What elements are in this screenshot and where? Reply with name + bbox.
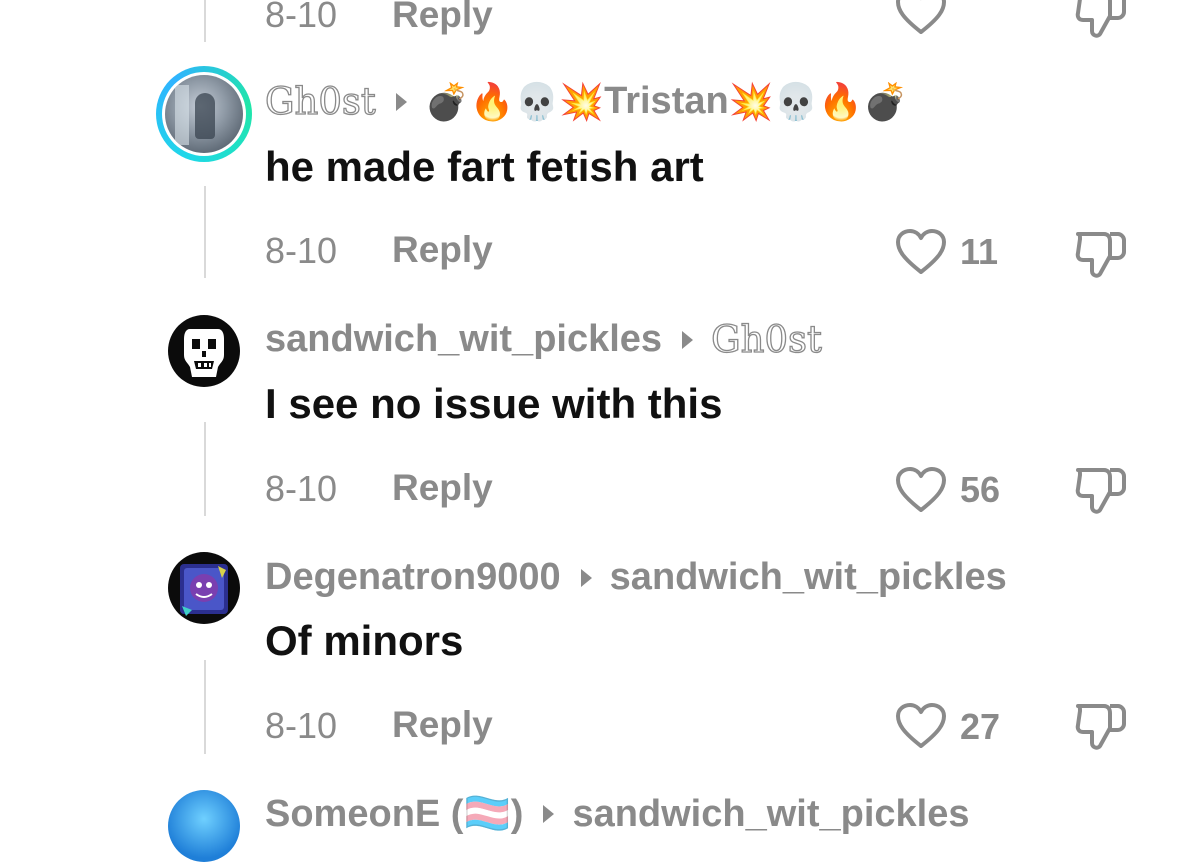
comment-header: Gh0st 💣🔥💀💥 Tristan 💥💀🔥💣 — [264, 79, 908, 123]
comment-header: SomeonE (🏳️‍⚧️) sandwich_wit_pickles — [265, 792, 970, 836]
author-name[interactable]: SomeonE (🏳️‍⚧️) — [265, 792, 523, 836]
like-count: 11 — [960, 231, 999, 272]
thumbs-down-icon[interactable] — [1074, 700, 1128, 752]
replying-to-suffix[interactable]: 💥💀🔥💣 — [729, 81, 908, 123]
skull-face-icon — [184, 329, 224, 377]
thread-line — [204, 0, 206, 42]
game-art-icon — [180, 564, 228, 616]
comment-date: 8-10 — [265, 468, 338, 509]
avatar-with-story-ring[interactable] — [156, 66, 252, 162]
heart-icon[interactable] — [895, 702, 947, 750]
reply-button[interactable]: Reply — [392, 467, 493, 509]
comment-text: he made fart fetish art — [265, 143, 704, 190]
replying-to-name[interactable]: sandwich_wit_pickles — [610, 556, 1007, 599]
author-name[interactable]: Degenatron9000 — [265, 556, 561, 599]
replying-to-name[interactable]: Gh0st — [710, 317, 822, 361]
thumbs-down-icon[interactable] — [1074, 228, 1128, 280]
thread-line — [204, 422, 206, 516]
reply-arrow-icon — [580, 568, 592, 587]
thumbs-down-icon[interactable] — [1074, 464, 1128, 516]
like-count: 27 — [960, 706, 1001, 747]
author-name[interactable]: sandwich_wit_pickles — [265, 318, 662, 361]
reply-arrow-icon — [395, 92, 407, 111]
comment-text: Of minors — [265, 617, 464, 664]
like-count: 56 — [960, 469, 1001, 510]
replying-to-name[interactable]: Tristan — [604, 80, 729, 123]
reply-arrow-icon — [543, 805, 555, 823]
comment-date: 8-10 — [265, 0, 338, 35]
thumbs-down-icon[interactable] — [1074, 0, 1128, 40]
comment-date: 8-10 — [265, 230, 338, 271]
author-name[interactable]: Gh0st — [264, 79, 376, 123]
heart-icon[interactable] — [895, 466, 947, 514]
comment-header: Degenatron9000 sandwich_wit_pickles — [265, 556, 1007, 599]
avatar[interactable] — [168, 552, 240, 624]
avatar[interactable] — [168, 315, 240, 387]
reply-button[interactable]: Reply — [392, 229, 493, 271]
heart-icon[interactable] — [895, 0, 947, 36]
comment-text: I see no issue with this — [265, 380, 723, 427]
thread-line — [204, 660, 206, 754]
heart-icon[interactable] — [895, 228, 947, 276]
reply-button[interactable]: Reply — [392, 0, 493, 36]
replying-to-prefix[interactable]: 💣🔥💀💥 — [425, 81, 604, 123]
comment-date: 8-10 — [265, 705, 338, 746]
avatar[interactable] — [168, 790, 240, 862]
avatar — [165, 75, 243, 153]
comment-header: sandwich_wit_pickles Gh0st — [265, 317, 823, 361]
reply-button[interactable]: Reply — [392, 704, 493, 746]
reply-arrow-icon — [682, 330, 694, 349]
replying-to-name[interactable]: sandwich_wit_pickles — [572, 793, 969, 836]
thread-line — [204, 186, 206, 278]
